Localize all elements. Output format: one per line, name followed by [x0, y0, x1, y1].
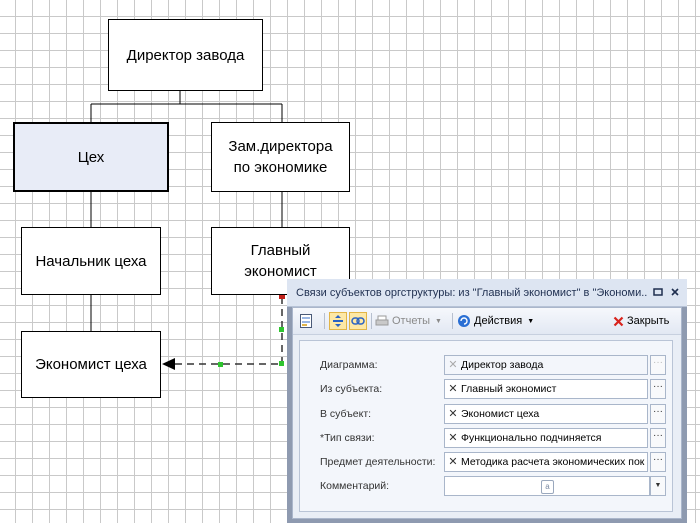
actions-label: Действия [474, 315, 523, 327]
from-subject-field[interactable]: ✕ Главный экономист [444, 379, 648, 399]
edit-form-button[interactable] [299, 312, 319, 330]
vertical-arrows-icon [333, 315, 343, 327]
reports-button[interactable]: Отчеты ▼ [375, 312, 442, 330]
to-label: В субъект: [320, 408, 372, 420]
node-workshop-head[interactable]: Начальник цеха [21, 227, 161, 295]
dialog-titlebar[interactable]: Связи субъектов оргструктуры: из "Главны… [287, 279, 687, 307]
row-comment: Комментарий: a ▼ [300, 476, 672, 496]
clear-icon: ✕ [448, 359, 458, 371]
node-label: Главный экономист [244, 242, 317, 280]
row-to: В субъект: ✕ Экономист цеха ··· [300, 404, 672, 424]
from-label: Из субъекта: [320, 383, 383, 395]
node-label: Зам.директора по экономике [228, 138, 333, 176]
insert-between-button[interactable] [329, 312, 347, 330]
relation-form: Диаграмма: ✕ Директор завода ··· Из субъ… [299, 340, 673, 512]
diagram-select-button: ··· [650, 355, 666, 375]
row-activity: Предмет деятельности: ✕ Методика расчета… [300, 452, 672, 472]
dialog-title: Связи субъектов оргструктуры: из "Главны… [296, 287, 648, 299]
row-from: Из субъекта: ✕ Главный экономист ··· [300, 379, 672, 399]
node-label: Директор завода [126, 46, 245, 64]
node-workshop[interactable]: Цех [13, 122, 169, 192]
restore-icon[interactable] [652, 287, 664, 299]
actions-button[interactable]: Действия ▼ [457, 312, 534, 330]
node-label: Цех [77, 148, 105, 166]
row-diagram: Диаграмма: ✕ Директор завода ··· [300, 355, 672, 375]
close-label: Закрыть [627, 315, 670, 327]
node-workshop-economist[interactable]: Экономист цеха [21, 331, 161, 398]
activity-select-button[interactable]: ··· [650, 452, 666, 472]
link-type-field[interactable]: ✕ Функционально подчиняется [444, 428, 648, 448]
document-icon [300, 314, 312, 328]
diagram-field: ✕ Директор завода [444, 355, 648, 375]
printer-icon [375, 315, 389, 326]
node-deputy-director-economics[interactable]: Зам.директора по экономике [211, 122, 350, 192]
dialog-toolbar: Отчеты ▼ Действия ▼ Закрыть [293, 308, 681, 335]
dropdown-arrow-icon: ▼ [527, 317, 535, 325]
link-type-label: *Тип связи: [320, 432, 375, 444]
link-icon [351, 317, 365, 325]
link-type-select-button[interactable]: ··· [650, 428, 666, 448]
close-button[interactable]: Закрыть [613, 312, 669, 330]
from-subject-select-button[interactable]: ··· [650, 379, 666, 399]
comment-field[interactable]: a [444, 476, 650, 496]
dialog-body: Отчеты ▼ Действия ▼ Закрыть Диаграмма: ✕… [292, 307, 682, 519]
clear-icon[interactable]: ✕ [447, 405, 459, 423]
clear-icon[interactable]: ✕ [447, 380, 459, 398]
node-plant-director[interactable]: Директор завода [108, 19, 263, 91]
text-edit-icon[interactable]: a [541, 480, 554, 494]
connector-midpoint-handle[interactable] [279, 327, 284, 332]
to-subject-field[interactable]: ✕ Экономист цеха [444, 404, 648, 424]
node-label: Начальник цеха [35, 252, 147, 270]
node-label: Экономист цеха [35, 356, 147, 373]
comment-label: Комментарий: [320, 480, 390, 492]
actions-icon [458, 315, 470, 327]
comment-dropdown-button[interactable]: ▼ [650, 476, 666, 496]
clear-icon[interactable]: ✕ [447, 453, 459, 471]
connector-bend-handle[interactable] [279, 361, 284, 366]
to-subject-select-button[interactable]: ··· [650, 404, 666, 424]
reports-label: Отчеты [392, 315, 431, 327]
connector-midpoint-handle[interactable] [218, 362, 223, 367]
activity-subject-field[interactable]: ✕ Методика расчета экономических пок [444, 452, 648, 472]
close-red-icon [613, 316, 624, 326]
row-link-type: *Тип связи: ✕ Функционально подчиняется … [300, 428, 672, 448]
link-button[interactable] [349, 312, 367, 330]
relation-dialog: Связи субъектов оргструктуры: из "Главны… [287, 279, 687, 523]
dropdown-arrow-icon: ▼ [435, 317, 442, 325]
diagram-label: Диаграмма: [320, 359, 378, 371]
clear-icon[interactable]: ✕ [447, 429, 459, 447]
close-icon[interactable] [669, 287, 681, 299]
activity-label: Предмет деятельности: [320, 456, 436, 468]
